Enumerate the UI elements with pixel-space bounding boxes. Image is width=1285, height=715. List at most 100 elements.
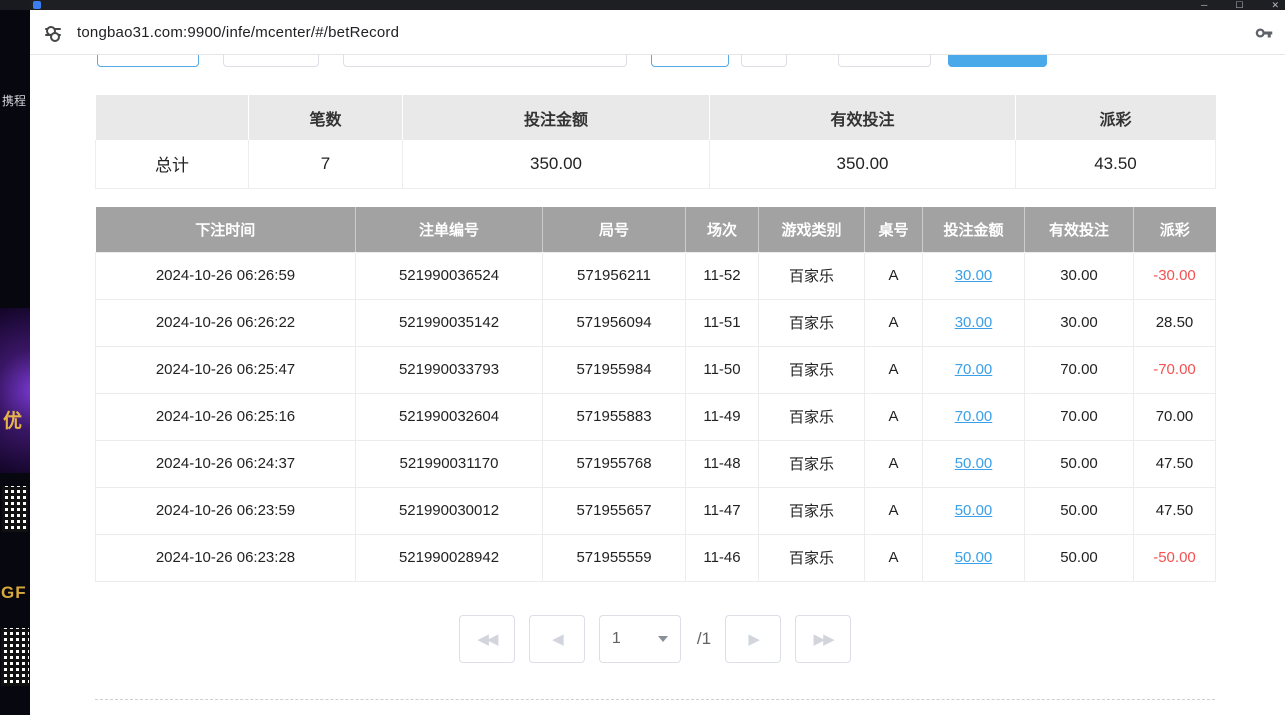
table-row: 2024-10-26 06:25:47521990033793571955984… [96,346,1216,393]
round-id-cell: 571956211 [543,252,686,299]
bet-amount-link[interactable]: 70.00 [955,408,993,425]
last-page-button[interactable]: ▶▶ [795,615,851,663]
background-banner [0,308,30,473]
table-row: 2024-10-26 06:23:59521990030012571955657… [96,487,1216,534]
filter-secondary-button[interactable] [223,55,319,67]
close-button[interactable]: ✕ [1271,0,1279,10]
search-button[interactable] [948,55,1047,67]
bet-amount-cell: 30.00 [923,299,1025,346]
page-select-value: 1 [612,630,621,648]
column-header: 有效投注 [1025,207,1134,252]
background-window-titlebar [0,0,30,10]
maximize-button[interactable]: ☐ [1235,0,1243,10]
next-page-button[interactable]: ▶ [725,615,781,663]
dashed-divider [95,699,1215,700]
bet-time-cell: 2024-10-26 06:25:47 [96,346,356,393]
summary-count: 7 [249,140,403,188]
summary-header-valid: 有效投注 [710,95,1016,140]
valid-bet-cell: 70.00 [1025,393,1134,440]
order-id-cell: 521990036524 [356,252,543,299]
summary-bet: 350.00 [403,140,710,188]
column-header: 局号 [543,207,686,252]
filter-tab-button[interactable] [97,55,199,67]
game-type-cell: 百家乐 [759,440,865,487]
game-type-cell: 百家乐 [759,487,865,534]
bet-amount-link[interactable]: 30.00 [955,314,993,331]
game-type-cell: 百家乐 [759,252,865,299]
bet-record-page: 笔数 投注金额 有效投注 派彩 总计 7 350.00 350.00 43.50… [30,55,1285,715]
bet-amount-link[interactable]: 30.00 [955,267,993,284]
prev-page-button[interactable]: ◀ [529,615,585,663]
payout-cell: -50.00 [1134,534,1216,581]
summary-header-count: 笔数 [249,95,403,140]
bet-time-cell: 2024-10-26 06:26:22 [96,299,356,346]
game-type-cell: 百家乐 [759,299,865,346]
valid-bet-cell: 50.00 [1025,487,1134,534]
summary-header-blank [96,95,249,140]
page-select[interactable]: 1 [599,615,681,663]
table-row: 2024-10-26 06:26:22521990035142571956094… [96,299,1216,346]
bet-time-cell: 2024-10-26 06:23:59 [96,487,356,534]
round-id-cell: 571955883 [543,393,686,440]
table-no-cell: A [865,534,923,581]
bet-amount-cell: 30.00 [923,252,1025,299]
round-id-cell: 571955559 [543,534,686,581]
bet-amount-cell: 70.00 [923,346,1025,393]
session-cell: 11-49 [686,393,759,440]
summary-header-bet: 投注金额 [403,95,710,140]
password-key-icon[interactable] [1255,24,1273,42]
bet-time-cell: 2024-10-26 06:26:59 [96,252,356,299]
table-no-cell: A [865,393,923,440]
game-type-cell: 百家乐 [759,346,865,393]
order-id-cell: 521990030012 [356,487,543,534]
game-type-cell: 百家乐 [759,534,865,581]
game-type-cell: 百家乐 [759,393,865,440]
valid-bet-cell: 70.00 [1025,346,1134,393]
payout-cell: -70.00 [1134,346,1216,393]
order-id-cell: 521990028942 [356,534,543,581]
qr-code [2,486,28,532]
bet-amount-cell: 70.00 [923,393,1025,440]
bet-amount-link[interactable]: 50.00 [955,455,993,472]
table-row: 2024-10-26 06:26:59521990036524571956211… [96,252,1216,299]
order-id-cell: 521990035142 [356,299,543,346]
valid-bet-cell: 50.00 [1025,534,1134,581]
order-id-cell: 521990032604 [356,393,543,440]
payout-cell: 47.50 [1134,487,1216,534]
pagination: ◀◀ ◀ 1 /1 ▶ ▶▶ [95,615,1215,663]
round-id-cell: 571955984 [543,346,686,393]
valid-bet-cell: 50.00 [1025,440,1134,487]
minimize-button[interactable]: ─ [1201,0,1207,10]
filter-input[interactable] [343,55,627,67]
filter-small-button[interactable] [651,55,729,67]
bet-amount-link[interactable]: 50.00 [955,502,993,519]
column-header: 派彩 [1134,207,1216,252]
bet-time-cell: 2024-10-26 06:23:28 [96,534,356,581]
column-header: 桌号 [865,207,923,252]
column-header: 投注金额 [923,207,1025,252]
bet-amount-cell: 50.00 [923,487,1025,534]
summary-table: 笔数 投注金额 有效投注 派彩 总计 7 350.00 350.00 43.50 [95,95,1216,189]
bet-amount-link[interactable]: 70.00 [955,361,993,378]
summary-header-payout: 派彩 [1016,95,1216,140]
browser-titlebar: ─ ☐ ✕ [30,0,1285,10]
session-cell: 11-46 [686,534,759,581]
payout-cell: 47.50 [1134,440,1216,487]
filter-date-box[interactable] [741,55,787,67]
summary-total-label: 总计 [96,140,249,188]
bet-time-cell: 2024-10-26 06:25:16 [96,393,356,440]
background-text-mid: 优 [3,406,22,433]
table-no-cell: A [865,487,923,534]
session-cell: 11-48 [686,440,759,487]
url-text[interactable]: tongbao31.com:9900/infe/mcenter/#/betRec… [77,24,399,41]
records-table: 下注时间注单编号局号场次游戏类别桌号投注金额有效投注派彩 2024-10-26 … [95,207,1216,582]
site-settings-icon[interactable] [42,21,64,43]
bet-amount-link[interactable]: 50.00 [955,549,993,566]
first-page-button[interactable]: ◀◀ [459,615,515,663]
filter-date-box[interactable] [838,55,931,67]
payout-cell: 70.00 [1134,393,1216,440]
order-id-cell: 521990033793 [356,346,543,393]
summary-payout: 43.50 [1016,140,1216,188]
round-id-cell: 571955768 [543,440,686,487]
table-row: 2024-10-26 06:24:37521990031170571955768… [96,440,1216,487]
